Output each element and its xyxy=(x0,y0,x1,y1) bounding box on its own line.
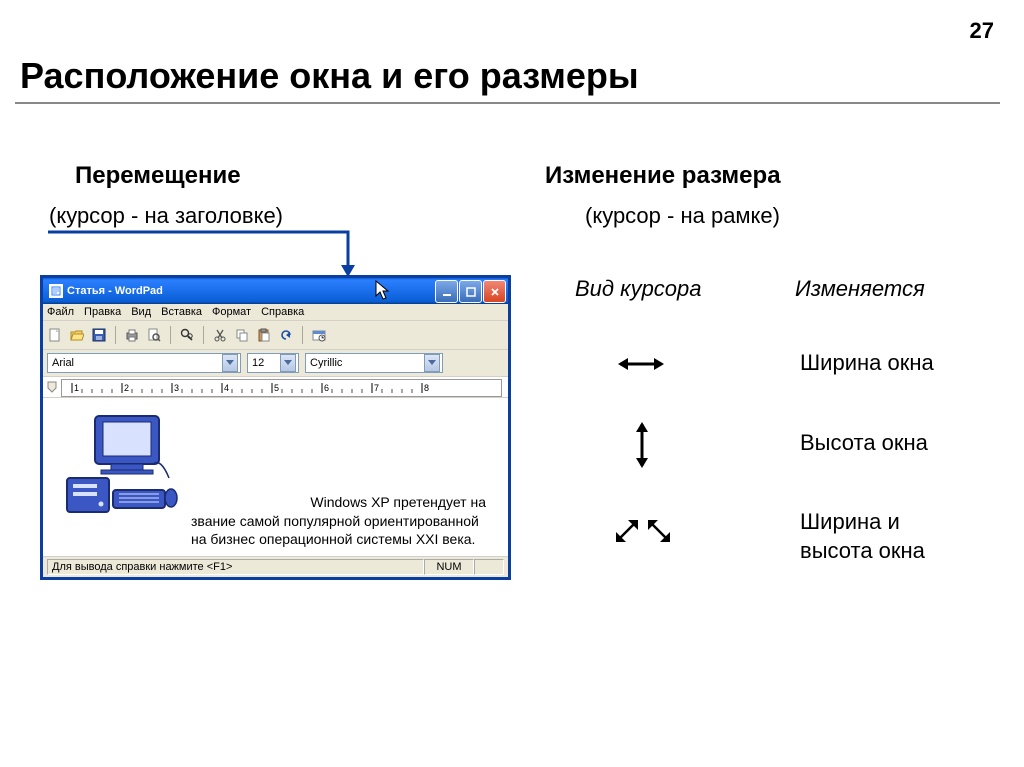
slide-title: Расположение окна и его размеры xyxy=(20,55,639,97)
cursor-row-2-label: Высота окна xyxy=(800,430,928,456)
font-size-value: 12 xyxy=(252,357,264,369)
close-button[interactable] xyxy=(483,280,506,303)
find-icon[interactable] xyxy=(179,327,195,343)
menu-view[interactable]: Вид xyxy=(131,306,151,318)
menu-help[interactable]: Справка xyxy=(261,306,304,318)
cursor-diagonal-icon xyxy=(608,510,678,555)
paste-icon[interactable] xyxy=(256,327,272,343)
ruler: 1 2 3 4 5 6 7 8 xyxy=(43,377,508,398)
cursor-table-col-2: Изменяется xyxy=(795,276,925,302)
font-name-value: Arial xyxy=(52,357,74,369)
dropdown-icon[interactable] xyxy=(280,354,296,372)
menu-format[interactable]: Формат xyxy=(212,306,251,318)
titlebar[interactable]: Статья - WordPad xyxy=(43,278,508,304)
menubar: Файл Правка Вид Вставка Формат Справка xyxy=(43,304,508,321)
left-subheading: (курсор - на заголовке) xyxy=(49,203,283,229)
undo-icon[interactable] xyxy=(278,327,294,343)
svg-text:4: 4 xyxy=(224,383,229,393)
right-heading: Изменение размера xyxy=(545,162,781,190)
menu-file[interactable]: Файл xyxy=(47,306,74,318)
menu-insert[interactable]: Вставка xyxy=(161,306,202,318)
svg-text:5: 5 xyxy=(274,383,279,393)
cursor-vertical-icon xyxy=(632,420,652,475)
status-help-text: Для вывода справки нажмите <F1> xyxy=(47,559,424,575)
minimize-button[interactable] xyxy=(435,280,458,303)
cursor-horizontal-icon xyxy=(616,354,666,379)
ruler-marker-icon xyxy=(45,378,61,396)
title-underline xyxy=(15,102,1000,104)
copy-icon[interactable] xyxy=(234,327,250,343)
menu-edit[interactable]: Правка xyxy=(84,306,121,318)
dropdown-icon[interactable] xyxy=(424,354,440,372)
cursor-row-1-label: Ширина окна xyxy=(800,350,934,376)
preview-icon[interactable] xyxy=(146,327,162,343)
document-area[interactable]: Windows XP претендует на звание самой по… xyxy=(43,398,508,556)
cut-icon[interactable] xyxy=(212,327,228,343)
wordpad-window: Статья - WordPad Файл Правка Вид Вставка… xyxy=(40,275,511,580)
svg-text:1: 1 xyxy=(74,383,79,393)
print-icon[interactable] xyxy=(124,327,140,343)
font-name-combo[interactable]: Arial xyxy=(47,353,241,373)
script-combo[interactable]: Cyrillic xyxy=(305,353,443,373)
status-num-indicator: NUM xyxy=(424,559,474,575)
left-heading: Перемещение xyxy=(75,162,241,190)
dropdown-icon[interactable] xyxy=(222,354,238,372)
open-icon[interactable] xyxy=(69,327,85,343)
toolbar xyxy=(43,321,508,350)
computer-illustration xyxy=(61,408,181,518)
document-text: Windows XP претендует на звание самой по… xyxy=(191,493,494,548)
maximize-button[interactable] xyxy=(459,280,482,303)
right-subheading: (курсор - на рамке) xyxy=(585,203,780,229)
new-icon[interactable] xyxy=(47,327,63,343)
cursor-pointer-icon xyxy=(375,280,391,302)
svg-text:6: 6 xyxy=(324,383,329,393)
svg-text:7: 7 xyxy=(374,383,379,393)
cursor-row-3-label: Ширина и высота окна xyxy=(800,508,925,565)
datetime-icon[interactable] xyxy=(311,327,327,343)
cursor-table-col-1: Вид курсора xyxy=(575,276,702,302)
font-size-combo[interactable]: 12 xyxy=(247,353,299,373)
svg-text:2: 2 xyxy=(124,383,129,393)
window-title: Статья - WordPad xyxy=(67,285,163,297)
statusbar: Для вывода справки нажмите <F1> NUM xyxy=(43,556,508,577)
save-icon[interactable] xyxy=(91,327,107,343)
svg-text:3: 3 xyxy=(174,383,179,393)
app-icon xyxy=(49,284,63,298)
script-value: Cyrillic xyxy=(310,357,342,369)
page-number: 27 xyxy=(970,18,994,44)
fontbar: Arial 12 Cyrillic xyxy=(43,350,508,377)
svg-text:8: 8 xyxy=(424,383,429,393)
